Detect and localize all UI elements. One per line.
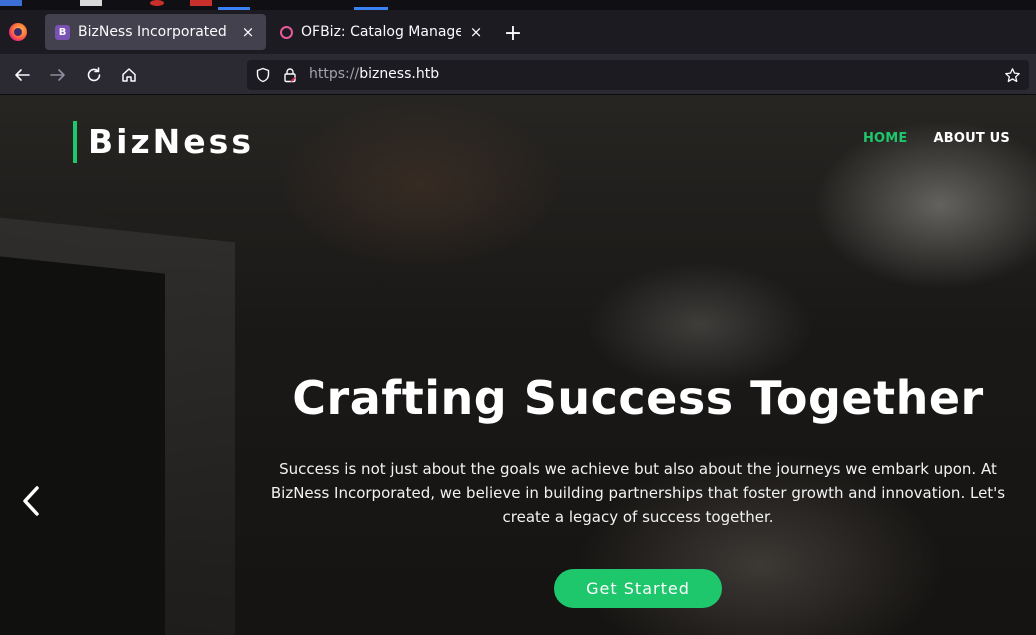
nav-home-link[interactable]: HOME (863, 131, 908, 146)
close-tab-icon[interactable]: × (466, 22, 486, 42)
os-taskbar-item[interactable] (150, 0, 164, 6)
os-taskbar-item[interactable] (0, 0, 22, 6)
lock-icon[interactable] (281, 66, 299, 84)
firefox-menu-icon[interactable] (9, 23, 27, 41)
reload-button[interactable] (81, 62, 107, 88)
os-taskbar-item[interactable] (190, 0, 212, 6)
new-tab-button[interactable]: + (502, 23, 524, 46)
tab-title: BizNess Incorporated (78, 24, 227, 40)
os-taskbar-item[interactable] (80, 0, 102, 6)
os-taskbar-strip (0, 0, 1036, 10)
bookmark-star-icon[interactable] (1003, 66, 1021, 84)
site-nav: HOME ABOUT US (863, 131, 1010, 146)
tab-ofbiz[interactable]: OFBiz: Catalog Manager: × (272, 14, 494, 50)
close-tab-icon[interactable]: × (238, 22, 258, 42)
shield-icon[interactable] (254, 66, 272, 84)
arrow-left-icon (15, 69, 30, 81)
tab-title: OFBiz: Catalog Manager: (301, 24, 461, 40)
back-button[interactable] (9, 62, 35, 88)
hero-title: Crafting Success Together (292, 371, 984, 425)
url-host: bizness.htb (359, 66, 440, 82)
carousel-prev-button[interactable] (14, 479, 48, 523)
site-logo[interactable]: BizNess (73, 121, 254, 163)
url-scheme: https:// (309, 66, 360, 82)
tab-bizness[interactable]: B BizNess Incorporated × (45, 14, 266, 50)
page-viewport: BizNess HOME ABOUT US Crafting Success T… (0, 95, 1036, 635)
chevron-left-icon (23, 486, 39, 516)
url-text[interactable]: https://bizness.htb (309, 66, 439, 82)
arrow-right-icon (50, 69, 65, 81)
ofbiz-favicon-icon (280, 25, 293, 39)
navigation-toolbar: https://bizness.htb (0, 54, 1036, 95)
hero-overlay (0, 95, 1036, 635)
url-bar[interactable]: https://bizness.htb (247, 60, 1029, 90)
nav-about-us-link[interactable]: ABOUT US (934, 131, 1011, 146)
bootstrap-favicon-icon: B (55, 24, 70, 40)
forward-button[interactable] (45, 62, 71, 88)
get-started-button[interactable]: Get Started (554, 569, 722, 608)
home-button[interactable] (116, 62, 142, 88)
reload-icon (87, 67, 101, 82)
home-icon (122, 68, 136, 82)
tab-bar: B BizNess Incorporated × OFBiz: Catalog … (0, 10, 1036, 54)
hero-description: Success is not just about the goals we a… (270, 460, 1006, 526)
